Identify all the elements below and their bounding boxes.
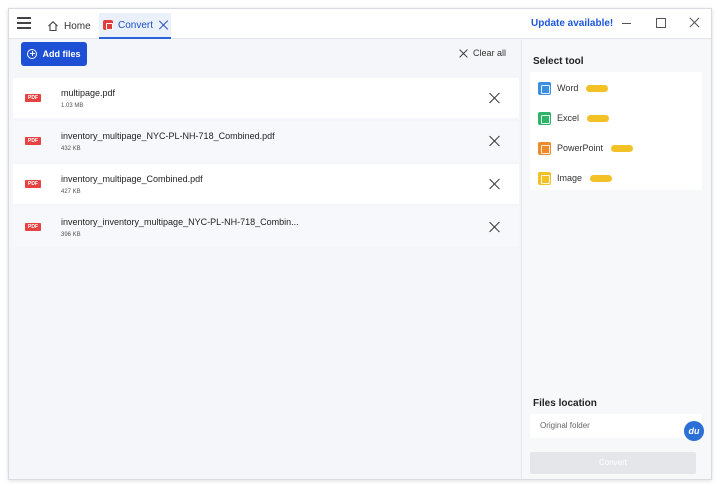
tool-image-label: Image: [557, 173, 583, 183]
du-assistant-icon[interactable]: du: [684, 421, 704, 441]
file-size: 1.03 MB: [61, 103, 84, 109]
tool-list: Word Excel PowerPoint Image: [530, 72, 702, 190]
home-icon: [48, 21, 58, 32]
file-size: 427 KB: [61, 189, 81, 195]
pdf-badge-label: PDF: [25, 137, 41, 145]
file-row[interactable]: PDF multipage.pdf 1.03 MB: [13, 78, 519, 118]
powerpoint-icon: [538, 141, 551, 155]
excel-icon: [538, 111, 551, 125]
tool-excel-label: Excel: [557, 113, 580, 123]
pdf-badge-label: PDF: [25, 94, 41, 102]
file-content-area: Add files Clear all PDF multipage.pdf 1.…: [9, 40, 521, 479]
tool-powerpoint[interactable]: PowerPoint: [538, 140, 634, 156]
maximize-icon[interactable]: [655, 17, 667, 29]
plus-circle-icon: [27, 49, 38, 59]
image-icon: [538, 171, 551, 185]
file-name: inventory_inventory_multipage_NYC-PL-NH-…: [61, 217, 299, 227]
tab-convert[interactable]: Convert: [99, 13, 171, 39]
tool-word-tag: [586, 84, 609, 92]
pdf-badge-label: PDF: [25, 223, 41, 231]
pdf-file-icon: PDF: [25, 219, 43, 237]
tool-image[interactable]: Image: [538, 170, 613, 186]
clear-x-icon: [459, 49, 468, 58]
files-location-title: Files location: [533, 398, 597, 409]
pdf-file-icon: PDF: [25, 176, 43, 194]
tool-image-tag: [590, 174, 613, 182]
tool-powerpoint-tag: [611, 144, 634, 152]
add-files-button[interactable]: Add files: [21, 42, 87, 66]
pdf-file-icon: PDF: [25, 133, 43, 151]
window-close-icon[interactable]: [689, 17, 701, 29]
minimize-icon[interactable]: [621, 17, 633, 29]
update-available-link[interactable]: Update available!: [531, 18, 613, 29]
tab-convert-label: Convert: [118, 19, 154, 31]
file-list: PDF multipage.pdf 1.03 MB PDF inventory_…: [13, 78, 519, 250]
remove-file-icon[interactable]: [489, 179, 499, 189]
pdf-file-icon: PDF: [25, 90, 43, 108]
file-size: 396 KB: [61, 232, 81, 238]
file-name: inventory_multipage_NYC-PL-NH-718_Combin…: [61, 131, 275, 141]
convert-icon: [103, 20, 113, 30]
add-files-label: Add files: [42, 49, 81, 59]
files-location-value: Original folder: [540, 421, 590, 430]
hamburger-menu-icon[interactable]: [17, 17, 31, 31]
tab-close-icon[interactable]: [159, 20, 169, 30]
word-icon: [538, 81, 551, 95]
file-name: multipage.pdf: [61, 88, 116, 98]
convert-button[interactable]: Convert: [530, 452, 696, 474]
files-location-select[interactable]: Original folder: [530, 414, 702, 438]
file-name: inventory_multipage_Combined.pdf: [61, 174, 203, 184]
tab-home[interactable]: Home: [43, 13, 101, 39]
remove-file-icon[interactable]: [489, 222, 499, 232]
tool-sidebar: Select tool Word Excel PowerPoint Image: [521, 40, 711, 479]
clear-all-button[interactable]: Clear all: [459, 48, 506, 58]
file-row[interactable]: PDF inventory_inventory_multipage_NYC-PL…: [13, 207, 519, 247]
tab-home-label: Home: [64, 20, 91, 32]
tool-word-label: Word: [557, 83, 579, 93]
remove-file-icon[interactable]: [489, 93, 499, 103]
pdf-badge-label: PDF: [25, 180, 41, 188]
title-bar: Home Convert Update available!: [9, 9, 711, 39]
clear-all-label: Clear all: [473, 48, 507, 58]
file-size: 432 KB: [61, 146, 81, 152]
tool-powerpoint-label: PowerPoint: [557, 143, 604, 153]
tool-word[interactable]: Word: [538, 80, 609, 96]
tool-excel-tag: [587, 114, 610, 122]
file-row[interactable]: PDF inventory_multipage_Combined.pdf 427…: [13, 164, 519, 204]
app-window: Home Convert Update available! Add files…: [8, 8, 712, 480]
select-tool-title: Select tool: [533, 56, 584, 67]
file-row[interactable]: PDF inventory_multipage_NYC-PL-NH-718_Co…: [13, 121, 519, 161]
remove-file-icon[interactable]: [489, 136, 499, 146]
tool-excel[interactable]: Excel: [538, 110, 610, 126]
